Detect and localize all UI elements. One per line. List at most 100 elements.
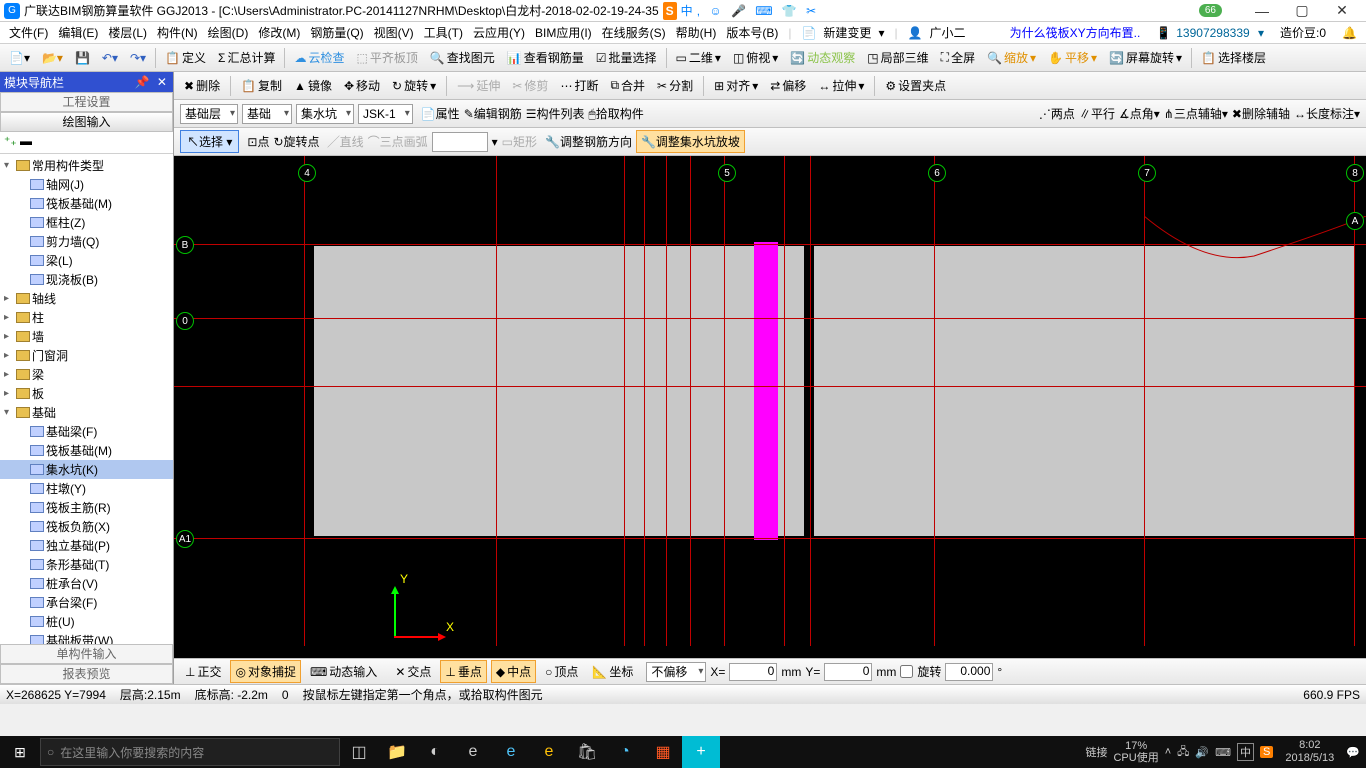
store-icon[interactable]: 🛍 (568, 736, 606, 768)
tab-single-input[interactable]: 单构件输入 (0, 644, 173, 664)
grip-button[interactable]: ⚙设置夹点 (881, 75, 950, 96)
ptangle-button[interactable]: ∡点角▾ (1119, 105, 1160, 122)
tree-opening[interactable]: ▸门窗洞 (0, 346, 173, 365)
break-button[interactable]: ⋯打断 (556, 75, 602, 96)
save-icon[interactable]: 💾 (70, 49, 95, 67)
delete-button[interactable]: ✖删除 (180, 75, 224, 96)
menu-modify[interactable]: 修改(M) (253, 24, 305, 41)
tab-drawing-input[interactable]: 绘图输入 (0, 112, 173, 132)
ie2-icon[interactable]: e (530, 736, 568, 768)
phone-label[interactable]: 📱13907298339 ▾ (1151, 26, 1269, 40)
y-input[interactable]: 0 (824, 663, 872, 681)
props-button[interactable]: 📄属性 (421, 105, 460, 122)
app-icon-4[interactable]: + (682, 736, 720, 768)
define-button[interactable]: 📋定义 (160, 47, 211, 68)
local3d-button[interactable]: ◳局部三维 (862, 47, 933, 68)
pan-button[interactable]: ✋平移▾ (1043, 47, 1102, 68)
tree-slab[interactable]: ▸板 (0, 384, 173, 403)
select-button[interactable]: ↖选择 ▾ (180, 130, 239, 153)
selfloor-button[interactable]: 📋选择楼层 (1196, 47, 1271, 68)
app-icon-2[interactable]: ◔ (606, 736, 644, 768)
tab-report-preview[interactable]: 报表预览 (0, 664, 173, 684)
trim-button[interactable]: ✂修剪 (508, 75, 552, 96)
menu-bim[interactable]: BIM应用(I) (530, 24, 597, 41)
tree-foundation[interactable]: ▾基础 (0, 403, 173, 422)
value-input[interactable] (432, 132, 488, 152)
ie-icon[interactable]: e (492, 736, 530, 768)
menu-edit[interactable]: 编辑(E) (53, 24, 103, 41)
mirror-button[interactable]: ▲镜像 (290, 75, 336, 96)
x-input[interactable]: 0 (729, 663, 777, 681)
adjrebar-button[interactable]: 🔧调整钢筋方向 (545, 133, 632, 150)
menu-tools[interactable]: 工具(T) (419, 24, 468, 41)
tree-item[interactable]: 桩承台(V) (0, 574, 173, 593)
floor-combo[interactable]: 基础层 (180, 104, 238, 124)
undo-icon[interactable]: ↶▾ (97, 49, 123, 67)
tree-item[interactable]: 筏板负筋(X) (0, 517, 173, 536)
point-button[interactable]: ⊡点 (247, 133, 269, 150)
tree-item[interactable]: 桩(U) (0, 612, 173, 631)
menu-floor[interactable]: 楼层(L) (103, 24, 152, 41)
ime-icons[interactable]: , ☺ 🎤 ⌨ 👕 ✂ (697, 4, 820, 18)
tab-engineering-settings[interactable]: 工程设置 (0, 92, 173, 112)
menu-cloud[interactable]: 云应用(Y) (468, 24, 530, 41)
screenrot-button[interactable]: 🔄屏幕旋转▾ (1104, 47, 1187, 68)
rotpt-button[interactable]: ↻旋转点 (273, 133, 319, 150)
menu-online[interactable]: 在线服务(S) (597, 24, 671, 41)
tree-item[interactable]: 基础板带(W) (0, 631, 173, 644)
dyninput-toggle[interactable]: ⌨动态输入 (305, 660, 382, 683)
menu-rebar[interactable]: 钢筋量(Q) (305, 24, 368, 41)
tree-item[interactable]: 承台梁(F) (0, 593, 173, 612)
align-button[interactable]: ⊞对齐▾ (710, 75, 762, 96)
merge-button[interactable]: ⧉合并 (606, 75, 649, 96)
menu-help[interactable]: 帮助(H) (671, 24, 722, 41)
rotate-button[interactable]: ↻旋转▾ (388, 75, 440, 96)
tree-item[interactable]: 剪力墙(Q) (0, 232, 173, 251)
fullscreen-button[interactable]: ⛶全屏 (936, 47, 980, 68)
twopt-button[interactable]: ⋰两点 (1039, 105, 1075, 122)
tree-item[interactable]: 框柱(Z) (0, 213, 173, 232)
taskview-icon[interactable]: ◫ (340, 736, 378, 768)
sumcalc-button[interactable]: Σ汇总计算 (213, 47, 280, 68)
viewrebar-button[interactable]: 📊查看钢筋量 (502, 47, 589, 68)
notification-icon[interactable]: 💬 (1346, 746, 1360, 759)
close-button[interactable]: ✕ (1322, 2, 1362, 19)
tree-root[interactable]: ▾常用构件类型 (0, 156, 173, 175)
offset-combo[interactable]: 不偏移 (646, 662, 706, 682)
threept-button[interactable]: ⋔三点辅轴▾ (1164, 105, 1228, 122)
osnap-toggle[interactable]: ◎对象捕捉 (230, 660, 301, 683)
menu-view[interactable]: 视图(V) (369, 24, 419, 41)
complist-button[interactable]: ☰构件列表 (526, 105, 585, 122)
findelem-button[interactable]: 🔍查找图元 (425, 47, 500, 68)
rect-button[interactable]: ▭矩形 (502, 133, 537, 150)
coord-toggle[interactable]: 📐坐标 (587, 660, 638, 683)
tray-sogou-icon[interactable]: S (1260, 746, 1273, 758)
midpt-toggle[interactable]: ◆中点 (491, 660, 536, 683)
tree-item[interactable]: 轴网(J) (0, 175, 173, 194)
minimize-button[interactable]: — (1242, 3, 1282, 19)
open-icon[interactable]: 📂▾ (37, 49, 68, 67)
tray-vol-icon[interactable]: 🔊 (1195, 746, 1209, 759)
rot-checkbox[interactable] (900, 665, 913, 678)
search-box[interactable]: ○ 在这里输入你要搜索的内容 (40, 738, 340, 766)
flattop-button[interactable]: ⬚平齐板顶 (351, 47, 422, 68)
new-change-button[interactable]: 📄新建变更 ▾ (796, 24, 889, 41)
tray-up-icon[interactable]: ˄ (1165, 746, 1171, 758)
ortho-toggle[interactable]: ⊥正交 (180, 660, 226, 683)
tree-item[interactable]: 筏板基础(M) (0, 441, 173, 460)
zoom-button[interactable]: 🔍缩放▾ (982, 47, 1041, 68)
offset-button[interactable]: ⇄偏移 (766, 75, 810, 96)
move-button[interactable]: ✥移动 (340, 75, 384, 96)
tree-item[interactable]: 梁(L) (0, 251, 173, 270)
tree-item[interactable]: 条形基础(T) (0, 555, 173, 574)
tree-item[interactable]: 现浇板(B) (0, 270, 173, 289)
copy-button[interactable]: 📋复制 (237, 75, 286, 96)
app-icon-3[interactable]: ▦ (644, 736, 682, 768)
tray-ime[interactable]: 中 (1237, 743, 1254, 761)
extend-button[interactable]: ⟶延伸 (453, 75, 504, 96)
line-button[interactable]: ╱直线 (328, 133, 364, 150)
cpu-meter[interactable]: 17%CPU使用 (1113, 740, 1158, 764)
component-combo[interactable]: JSK-1 (358, 104, 413, 124)
menu-file[interactable]: 文件(F) (4, 24, 53, 41)
menu-component[interactable]: 构件(N) (152, 24, 203, 41)
